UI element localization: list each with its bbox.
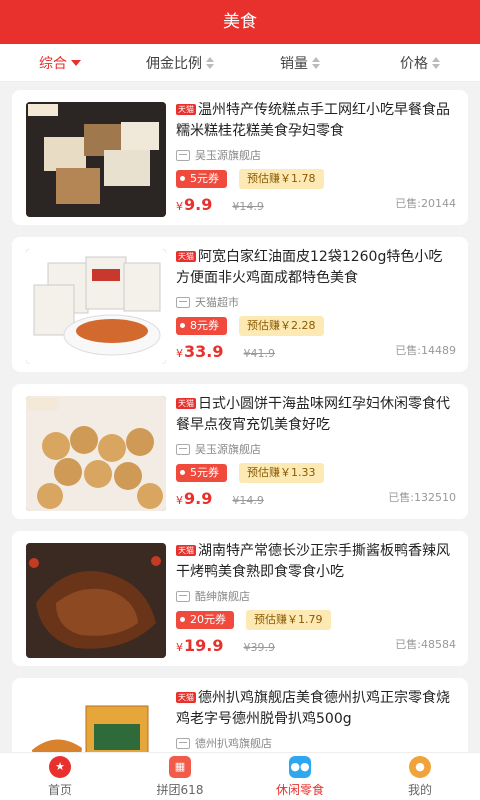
price-value: 19.9 [184, 636, 224, 655]
original-price: ¥39.9 [243, 641, 275, 654]
tab-group-buy[interactable]: ▦ 拼团618 [120, 753, 240, 800]
currency-symbol: ¥ [176, 347, 183, 360]
coupon-badge[interactable]: 5元券 [176, 170, 227, 188]
snack-icon: ●● [289, 755, 311, 778]
product-title-text: 温州特产传统糕点手工网红小吃早餐食品糯米糕桂花糕美食孕妇零食 [176, 102, 450, 139]
coupon-badge[interactable]: 20元券 [176, 611, 234, 629]
currency-symbol: ¥ [176, 641, 183, 654]
shop-row: 吴玉源旗舰店 [176, 441, 456, 457]
tmall-badge: 天猫 [176, 398, 196, 409]
sold-count: 已售:48584 [395, 638, 456, 651]
store-icon [176, 443, 190, 455]
product-card[interactable]: 天猫 温州特产传统糕点手工网红小吃早餐食品糯米糕桂花糕美食孕妇零食 吴玉源旗舰店 … [12, 90, 468, 225]
tmall-badge: 天猫 [176, 692, 196, 703]
shop-name: 德州扒鸡旗舰店 [195, 737, 272, 750]
earn-badge: 预估赚￥2.28 [239, 316, 324, 336]
tab-label: 拼团618 [156, 782, 204, 797]
shop-name: 酷绅旗舰店 [195, 590, 250, 603]
shop-row: 天猫超市 [176, 294, 456, 310]
product-title[interactable]: 天猫 阿宽白家红油面皮12袋1260g特色小吃方便面非火鸡面成都特色美食 [176, 247, 456, 289]
earn-badge: 预估赚￥1.78 [239, 169, 324, 189]
product-list[interactable]: 天猫 温州特产传统糕点手工网红小吃早餐食品糯米糕桂花糕美食孕妇零食 吴玉源旗舰店 … [0, 90, 480, 752]
app-header: 美食 [0, 0, 480, 44]
product-title-text: 阿宽白家红油面皮12袋1260g特色小吃方便面非火鸡面成都特色美食 [176, 249, 443, 286]
original-price: ¥14.9 [232, 494, 264, 507]
product-title[interactable]: 天猫 湖南特产常德长沙正宗手撕酱板鸭香辣风干烤鸭美食熟即食零食小吃 [176, 541, 456, 583]
price: ¥9.9 [176, 195, 212, 214]
tmall-badge: 天猫 [176, 545, 196, 556]
product-title-text: 日式小圆饼干海盐味网红孕妇休闲零食代餐早点夜宵充饥美食好吃 [176, 396, 450, 433]
product-title[interactable]: 天猫 德州扒鸡旗舰店美食德州扒鸡正宗零食烧鸡老字号德州脱骨扒鸡500g [176, 688, 456, 730]
product-title-text: 湖南特产常德长沙正宗手撕酱板鸭香辣风干烤鸭美食熟即食零食小吃 [176, 543, 450, 580]
product-image[interactable] [26, 543, 166, 658]
sold-count: 已售:132510 [388, 491, 456, 504]
store-icon [176, 590, 190, 602]
tab-profile[interactable]: ● 我的 [360, 753, 480, 800]
product-image[interactable] [26, 690, 166, 752]
page-title: 美食 [223, 12, 257, 32]
tmall-badge: 天猫 [176, 104, 196, 115]
product-image[interactable] [26, 102, 166, 217]
sold-count: 已售:14489 [395, 344, 456, 357]
tab-label: 休闲零食 [275, 782, 324, 797]
shop-row: 德州扒鸡旗舰店 [176, 735, 456, 751]
currency-symbol: ¥ [176, 200, 183, 213]
earn-badge: 预估赚￥1.33 [239, 463, 324, 483]
sort-label: 价格 [400, 55, 428, 72]
sort-sales[interactable]: 销量 [240, 53, 360, 73]
sort-updown-icon [312, 56, 320, 69]
price: ¥9.9 [176, 489, 212, 508]
sort-label: 综合 [39, 55, 67, 72]
tab-label: 首页 [47, 782, 72, 797]
caret-down-icon [71, 59, 81, 66]
shop-row: 酷绅旗舰店 [176, 588, 456, 604]
profile-icon: ● [409, 755, 431, 778]
sort-comprehensive[interactable]: 综合 [0, 53, 120, 73]
price: ¥19.9 [176, 636, 223, 655]
product-card[interactable]: 天猫 湖南特产常德长沙正宗手撕酱板鸭香辣风干烤鸭美食熟即食零食小吃 酷绅旗舰店 2… [12, 531, 468, 666]
coupon-badge[interactable]: 5元券 [176, 464, 227, 482]
product-card[interactable]: 天猫 日式小圆饼干海盐味网红孕妇休闲零食代餐早点夜宵充饥美食好吃 吴玉源旗舰店 5… [12, 384, 468, 519]
tab-label: 我的 [407, 782, 432, 797]
sort-updown-icon [206, 56, 214, 69]
calendar-icon: ▦ [169, 755, 191, 778]
sort-bar: 综合 佣金比例 销量 价格 [0, 44, 480, 82]
original-price: ¥41.9 [243, 347, 275, 360]
shop-name: 天猫超市 [195, 296, 239, 309]
home-icon: ★ [49, 755, 71, 778]
product-title[interactable]: 天猫 日式小圆饼干海盐味网红孕妇休闲零食代餐早点夜宵充饥美食好吃 [176, 394, 456, 436]
tab-snacks[interactable]: ●● 休闲零食 [240, 753, 360, 800]
product-image[interactable] [26, 396, 166, 511]
price-value: 9.9 [184, 195, 213, 214]
shop-name: 吴玉源旗舰店 [195, 149, 261, 162]
product-card[interactable]: 天猫 阿宽白家红油面皮12袋1260g特色小吃方便面非火鸡面成都特色美食 天猫超市… [12, 237, 468, 372]
bottom-tab-bar: ★ 首页 ▦ 拼团618 ●● 休闲零食 ● 我的 [0, 752, 480, 800]
product-card[interactable]: 天猫 德州扒鸡旗舰店美食德州扒鸡正宗零食烧鸡老字号德州脱骨扒鸡500g 德州扒鸡旗… [12, 678, 468, 752]
product-title-text: 德州扒鸡旗舰店美食德州扒鸡正宗零食烧鸡老字号德州脱骨扒鸡500g [176, 690, 450, 727]
sort-price[interactable]: 价格 [360, 53, 480, 73]
price: ¥33.9 [176, 342, 223, 361]
price-value: 9.9 [184, 489, 213, 508]
price-value: 33.9 [184, 342, 224, 361]
sold-count: 已售:20144 [395, 197, 456, 210]
currency-symbol: ¥ [176, 494, 183, 507]
sort-label: 销量 [280, 55, 308, 72]
coupon-badge[interactable]: 8元券 [176, 317, 227, 335]
original-price: ¥14.9 [232, 200, 264, 213]
earn-badge: 预估赚￥1.79 [246, 610, 331, 630]
shop-row: 吴玉源旗舰店 [176, 147, 456, 163]
product-image[interactable] [26, 249, 166, 364]
tab-home[interactable]: ★ 首页 [0, 753, 120, 800]
store-icon [176, 737, 190, 749]
product-title[interactable]: 天猫 温州特产传统糕点手工网红小吃早餐食品糯米糕桂花糕美食孕妇零食 [176, 100, 456, 142]
shop-name: 吴玉源旗舰店 [195, 443, 261, 456]
sort-updown-icon [432, 56, 440, 69]
sort-commission[interactable]: 佣金比例 [120, 53, 240, 73]
tmall-badge: 天猫 [176, 251, 196, 262]
store-icon [176, 296, 190, 308]
store-icon [176, 149, 190, 161]
sort-label: 佣金比例 [146, 55, 202, 72]
